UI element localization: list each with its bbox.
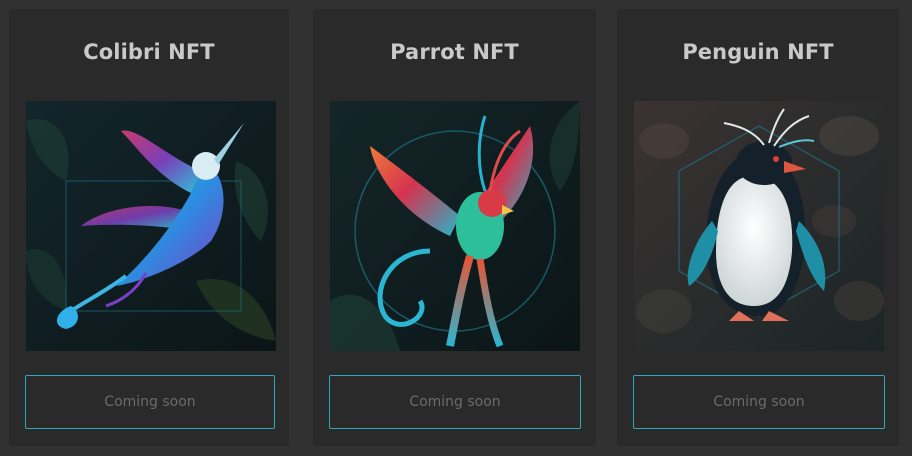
- hummingbird-illustration: [26, 101, 276, 351]
- card-title: Colibri NFT: [83, 40, 215, 64]
- nft-card-grid: Colibri NFT Coming soon Parrot NFT Comin…: [0, 0, 912, 456]
- coming-soon-button[interactable]: Coming soon: [633, 375, 885, 429]
- coming-soon-button[interactable]: Coming soon: [25, 375, 275, 429]
- card-title: Penguin NFT: [682, 40, 834, 64]
- penguin-illustration: [634, 101, 884, 351]
- coming-soon-button[interactable]: Coming soon: [329, 375, 581, 429]
- nft-card-parrot: Parrot NFT Coming soon: [313, 9, 596, 446]
- card-title: Parrot NFT: [390, 40, 519, 64]
- nft-card-penguin: Penguin NFT Coming soon: [617, 9, 899, 446]
- nft-card-colibri: Colibri NFT Coming soon: [9, 9, 289, 446]
- parrot-illustration: [330, 101, 580, 351]
